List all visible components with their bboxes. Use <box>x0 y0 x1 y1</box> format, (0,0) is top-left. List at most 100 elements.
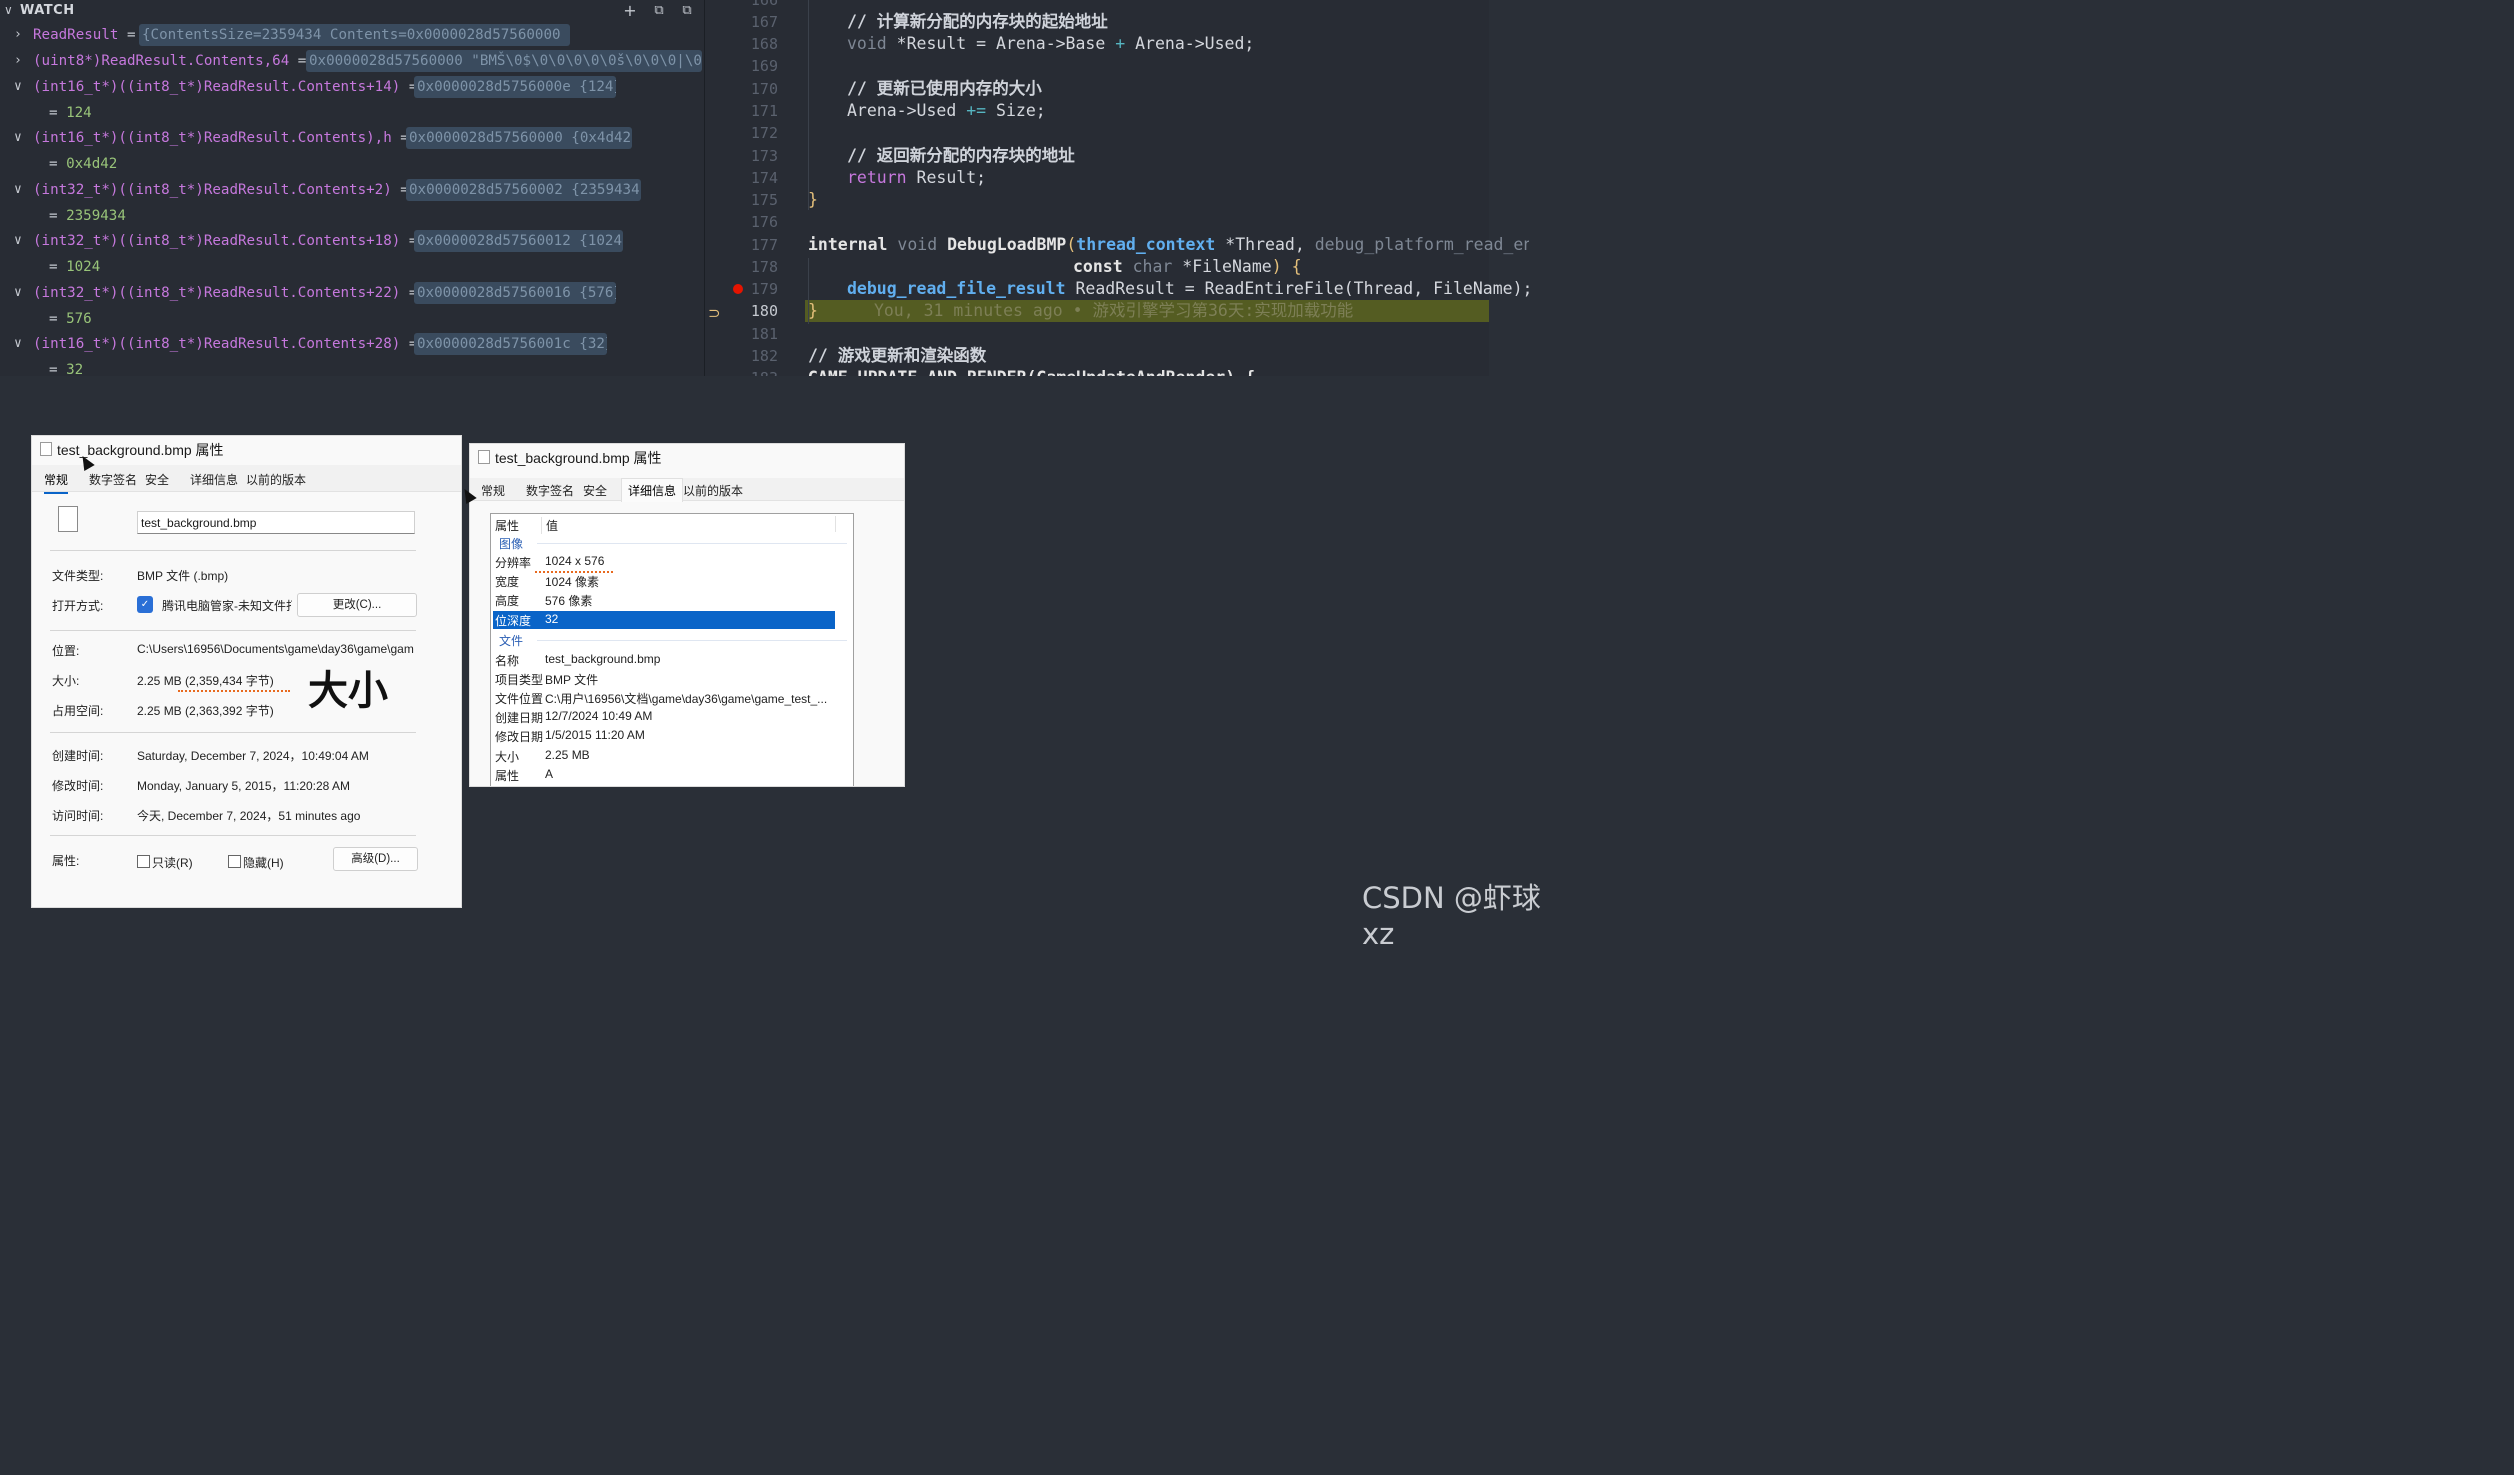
watch-subvalue: 32 <box>66 362 84 376</box>
chevron-down-icon[interactable]: ∨ <box>14 281 22 305</box>
size-annotation: 大小 <box>308 668 388 714</box>
location-label: 位置: <box>52 644 80 658</box>
line-number: 177 <box>750 236 778 254</box>
watch-value: {ContentsSize=2359434 Contents=0x0000028… <box>139 24 570 46</box>
code-line[interactable]: internal void DebugLoadBMP(thread_contex… <box>808 234 1529 256</box>
group-header-file: 文件 <box>499 634 524 648</box>
line-number: 182 <box>750 347 778 365</box>
detail-key: 位深度 <box>495 614 532 628</box>
tab-security[interactable]: 安全 <box>583 482 607 499</box>
tab-details[interactable]: 详细信息 <box>190 471 238 488</box>
hidden-label[interactable]: 隐藏(H) <box>243 854 284 871</box>
line-number: 181 <box>750 325 778 343</box>
shield-icon: ✓ <box>137 596 153 613</box>
line-number: 175 <box>750 191 778 209</box>
detail-key: 大小 <box>495 750 520 764</box>
tab-details[interactable]: 详细信息 <box>621 478 684 502</box>
code-line[interactable]: debug_read_file_result ReadResult = Read… <box>847 278 1529 300</box>
collapse-all-icon[interactable]: ⧉ <box>676 1 698 21</box>
accessed-value: 今天, December 7, 2024，51 minutes ago <box>137 809 361 823</box>
watch-row[interactable]: ∨ (int16_t*)((int8_t*)ReadResult.Content… <box>0 75 704 99</box>
git-blame-annotation: You, 31 minutes ago • 游戏引擎学习第36天:实现加载功能 <box>873 301 1354 320</box>
column-header-value[interactable]: 值 <box>541 517 558 534</box>
watch-value: 0x0000028d57560000 "BMŠ\0$\0\0\0\0\0š\0\… <box>306 50 702 72</box>
watch-value: 0x0000028d57560000 {0x4d42} <box>406 127 632 149</box>
chevron-down-icon[interactable]: ∨ <box>4 3 13 17</box>
code-line[interactable]: const char *FileName) { <box>1073 256 1302 278</box>
detail-value: BMP 文件 <box>545 673 599 687</box>
detail-key: 名称 <box>495 654 520 668</box>
detail-key: 属性 <box>495 769 520 783</box>
chevron-right-icon[interactable]: › <box>14 49 22 73</box>
tab-security[interactable]: 安全 <box>145 471 169 488</box>
tab-digital-signatures[interactable]: 数字签名 <box>89 471 137 488</box>
line-number: 170 <box>750 80 778 98</box>
code-line[interactable]: } <box>808 189 818 211</box>
watch-row[interactable]: ∨ (int16_t*)((int8_t*)ReadResult.Content… <box>0 126 704 150</box>
details-list[interactable]: 属性 值 图像 分辨率 1024 x 576 宽度 1024 像素 高度 576… <box>490 513 854 786</box>
tab-previous-versions[interactable]: 以前的版本 <box>683 482 743 499</box>
chevron-down-icon[interactable]: ∨ <box>14 178 22 202</box>
line-number: 173 <box>750 147 778 165</box>
watch-value: 0x0000028d57560012 {1024} <box>414 230 623 252</box>
line-number: 183 <box>705 367 778 376</box>
detail-value: A <box>545 767 554 781</box>
chevron-down-icon[interactable]: ∨ <box>14 229 22 253</box>
size-value: 2.25 MB (2,359,434 字节) <box>137 674 274 688</box>
code-line[interactable]: GAME_UPDATE_AND_RENDER(GameUpdateAndRend… <box>808 367 1255 376</box>
code-comment: // 返回新分配的内存块的地址 <box>847 146 1075 165</box>
advanced-button[interactable]: 高级(D)... <box>333 847 418 871</box>
watch-panel: ∨ WATCH + ⧉ ⧉ › ReadResult = {ContentsSi… <box>0 0 705 376</box>
add-expression-icon[interactable]: + <box>619 1 641 21</box>
accessed-label: 访问时间: <box>52 809 104 823</box>
watch-header[interactable]: ∨ WATCH + ⧉ ⧉ <box>0 0 704 22</box>
readonly-checkbox[interactable] <box>137 855 150 868</box>
tab-general[interactable]: 常规 <box>481 482 505 499</box>
watch-value: 0x0000028d5756000e {124} <box>414 76 616 98</box>
disk-size-value: 2.25 MB (2,363,392 字节) <box>137 704 274 718</box>
chevron-down-icon[interactable]: ∨ <box>14 75 22 99</box>
tab-bar: 常规 数字签名 安全 详细信息 以前的版本 <box>32 465 461 494</box>
breakpoint-icon[interactable] <box>733 284 743 294</box>
location-value: C:\Users\16956\Documents\game\day36\game… <box>137 642 414 656</box>
filename-field[interactable]: test_background.bmp <box>137 511 415 534</box>
line-number: 178 <box>750 258 778 276</box>
tab-digital-signatures[interactable]: 数字签名 <box>526 482 574 499</box>
tab-previous-versions[interactable]: 以前的版本 <box>246 471 306 488</box>
watermark: CSDN @虾球xz <box>1362 881 1541 951</box>
readonly-label[interactable]: 只读(R) <box>152 854 193 871</box>
watch-row[interactable]: › ReadResult = {ContentsSize=2359434 Con… <box>0 23 704 47</box>
watch-row[interactable]: ∨ (int32_t*)((int8_t*)ReadResult.Content… <box>0 281 704 305</box>
change-button[interactable]: 更改(C)... <box>297 593 417 617</box>
code-line[interactable]: Arena->Used += Size; <box>847 100 1046 122</box>
hidden-checkbox[interactable] <box>228 855 241 868</box>
watch-expression: (int32_t*)((int8_t*)ReadResult.Contents+… <box>33 182 392 198</box>
highlight-underline <box>178 690 290 692</box>
detail-value: test_background.bmp <box>545 652 661 666</box>
divider <box>50 732 416 733</box>
chevron-down-icon[interactable]: ∨ <box>14 332 22 356</box>
detail-key: 高度 <box>495 594 520 608</box>
code-line[interactable]: void *Result = Arena->Base + Arena->Used… <box>847 33 1254 55</box>
chevron-right-icon[interactable]: › <box>14 23 22 47</box>
watch-subvalue: 124 <box>66 105 92 121</box>
properties-dialog-details: test_background.bmp 属性 常规 数字签名 安全 详细信息 以… <box>469 443 905 787</box>
chevron-down-icon[interactable]: ∨ <box>14 126 22 150</box>
watch-row[interactable]: ∨ (int32_t*)((int8_t*)ReadResult.Content… <box>0 229 704 253</box>
watch-row[interactable]: ∨ (int32_t*)((int8_t*)ReadResult.Content… <box>0 178 704 202</box>
divider <box>50 550 416 551</box>
line-number: 167 <box>750 13 778 31</box>
watch-row[interactable]: › (uint8*)ReadResult.Contents,64 = 0x000… <box>0 49 704 73</box>
watch-row[interactable]: ∨ (int16_t*)((int8_t*)ReadResult.Content… <box>0 332 704 356</box>
file-icon <box>478 450 490 464</box>
watch-subvalue: 576 <box>66 311 92 327</box>
code-line[interactable]: } You, 31 minutes ago • 游戏引擎学习第36天:实现加载功能 <box>808 300 1353 322</box>
tab-general[interactable]: 常规 <box>44 471 69 494</box>
file-type-label: 文件类型: <box>52 569 104 583</box>
refresh-icon[interactable]: ⧉ <box>648 1 670 21</box>
code-line[interactable]: return Result; <box>847 167 986 189</box>
watch-expression: ReadResult <box>33 27 119 43</box>
column-header-property[interactable]: 属性 <box>495 517 519 534</box>
created-label: 创建时间: <box>52 749 104 763</box>
code-editor[interactable]: 166 167 // 计算新分配的内存块的起始地址 168 void *Resu… <box>705 0 1529 376</box>
